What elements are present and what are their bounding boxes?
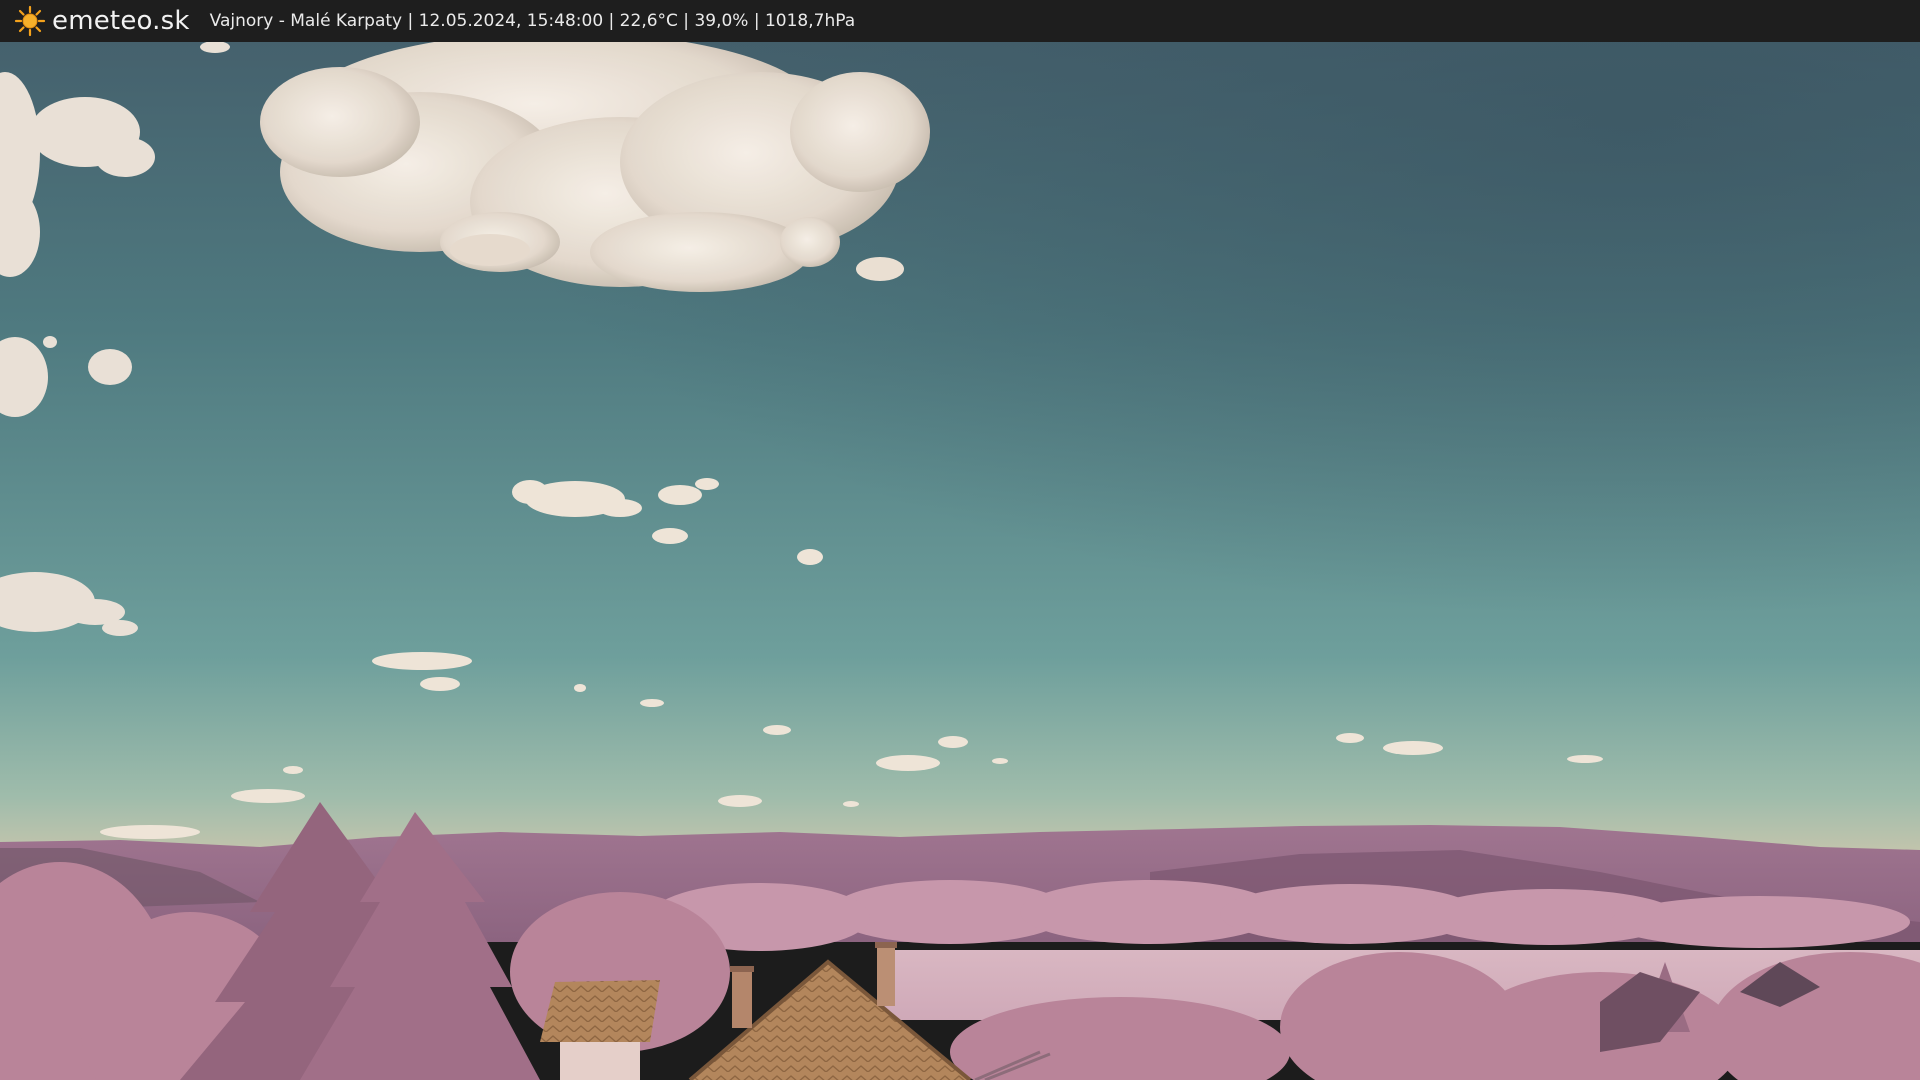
brand-name: emeteo.sk <box>52 6 190 36</box>
caption-bar: emeteo.sk Vajnory - Malé Karpaty | 12.05… <box>0 0 1920 42</box>
sun-icon <box>14 5 46 37</box>
weather-caption: Vajnory - Malé Karpaty | 12.05.2024, 15:… <box>209 11 856 31</box>
webcam-view: emeteo.sk Vajnory - Malé Karpaty | 12.05… <box>0 0 1920 1080</box>
emeteo-logo[interactable]: emeteo.sk <box>14 0 190 42</box>
landscape-photo <box>0 42 1920 1080</box>
